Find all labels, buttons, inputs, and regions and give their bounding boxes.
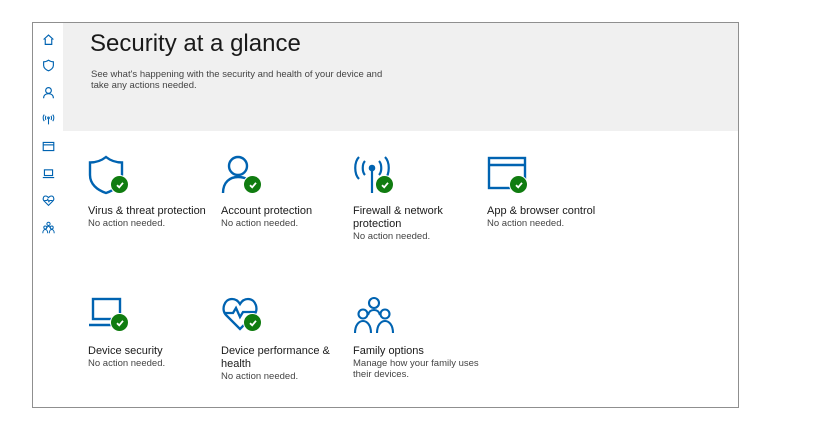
tile-family-options[interactable]: Family options Manage how your family us… — [353, 295, 481, 380]
shield-icon — [42, 59, 54, 71]
tile-icon-wrap — [353, 295, 401, 337]
page-header: Security at a glance See what's happenin… — [63, 23, 738, 131]
sidebar-item-app-browser[interactable] — [38, 136, 58, 156]
sidebar-item-performance[interactable] — [38, 190, 58, 210]
tile-firewall-network-protection[interactable]: Firewall & network protection No action … — [353, 155, 481, 242]
tile-icon-wrap — [221, 155, 269, 197]
page-subtitle: See what's happening with the security a… — [91, 69, 383, 91]
tile-virus-threat-protection[interactable]: Virus & threat protection No action need… — [88, 155, 216, 229]
tile-device-security[interactable]: Device security No action needed. — [88, 295, 216, 369]
tile-icon-wrap — [88, 155, 136, 197]
tile-icon-wrap — [487, 155, 535, 197]
tile-title: Device security — [88, 345, 163, 357]
tile-account-protection[interactable]: Account protection No action needed. — [221, 155, 349, 229]
sidebar — [33, 23, 63, 407]
tile-status: No action needed. — [353, 231, 431, 242]
sidebar-item-device-security[interactable] — [38, 163, 58, 183]
sidebar-item-family[interactable] — [38, 217, 58, 237]
tile-status: No action needed. — [221, 371, 299, 382]
checkmark-icon — [115, 181, 124, 189]
tile-status: No action needed. — [221, 218, 299, 229]
sidebar-item-home[interactable] — [38, 29, 58, 49]
status-ok-icon — [243, 175, 262, 194]
status-ok-icon — [243, 313, 262, 332]
tile-status: No action needed. — [88, 358, 166, 369]
tile-title: Device performance & health — [221, 345, 330, 370]
tile-title: Account protection — [221, 205, 313, 217]
status-ok-icon — [110, 313, 129, 332]
tile-title: App & browser control — [487, 205, 596, 217]
tile-status: No action needed. — [487, 218, 565, 229]
tile-app-browser-control[interactable]: App & browser control No action needed. — [487, 155, 615, 229]
checkmark-icon — [380, 181, 389, 189]
tile-icon-wrap — [221, 295, 269, 337]
person-icon — [42, 86, 54, 98]
status-ok-icon — [509, 175, 528, 194]
tile-status: Manage how your family uses their device… — [353, 358, 479, 380]
tile-title: Virus & threat protection — [88, 205, 206, 217]
sidebar-item-firewall[interactable] — [38, 109, 58, 129]
status-ok-icon — [110, 175, 129, 194]
family-icon — [353, 296, 395, 334]
home-icon — [42, 33, 54, 45]
sidebar-item-virus-protection[interactable] — [38, 55, 58, 75]
browser-icon — [42, 141, 54, 151]
family-icon — [41, 221, 55, 233]
laptop-icon — [42, 168, 54, 178]
tile-device-performance-health[interactable]: Device performance & health No action ne… — [221, 295, 349, 382]
security-app-window: Security at a glance See what's happenin… — [32, 22, 739, 408]
heart-icon — [42, 195, 54, 206]
tile-status: No action needed. — [88, 218, 166, 229]
sidebar-item-account[interactable] — [38, 82, 58, 102]
tile-icon-wrap — [353, 155, 401, 197]
checkmark-icon — [115, 319, 124, 327]
tile-icon-wrap — [88, 295, 136, 337]
tile-title: Firewall & network protection — [353, 205, 443, 230]
tile-title: Family options — [353, 345, 424, 357]
status-ok-icon — [375, 175, 394, 194]
checkmark-icon — [248, 181, 257, 189]
wifi-icon — [42, 113, 54, 124]
checkmark-icon — [514, 181, 523, 189]
checkmark-icon — [248, 319, 257, 327]
page-title: Security at a glance — [90, 30, 301, 57]
